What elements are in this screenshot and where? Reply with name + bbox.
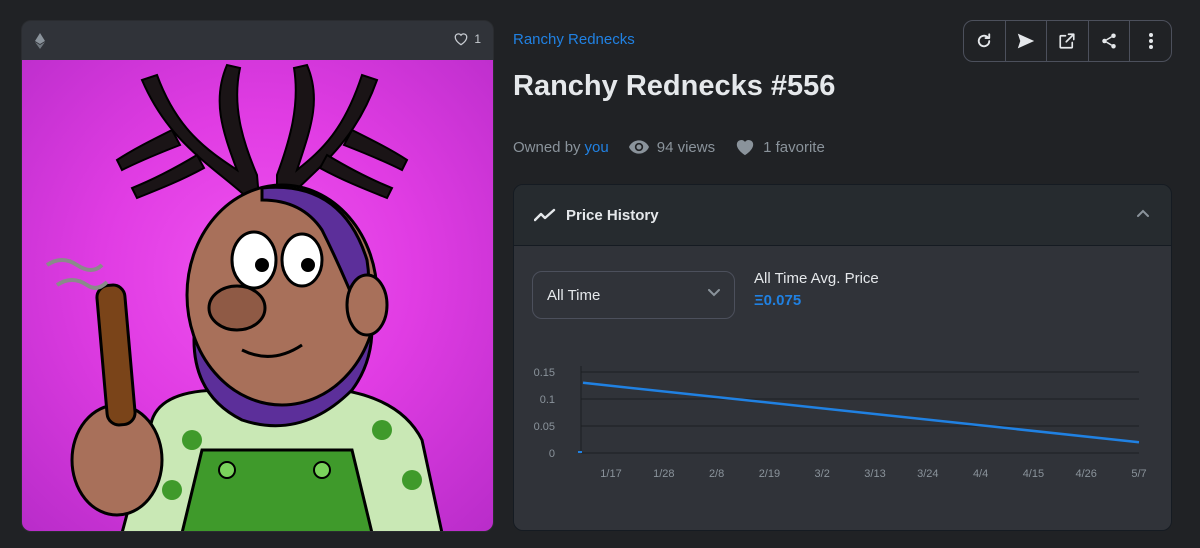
more-icon	[1148, 33, 1153, 49]
ethereum-icon	[35, 33, 45, 49]
trending-icon	[534, 208, 556, 222]
refresh-icon	[978, 33, 991, 48]
page-title: Ranchy Rednecks #556	[513, 70, 836, 102]
y-tick-label: 0	[549, 448, 555, 460]
card-header: 1	[22, 21, 493, 60]
x-tick-label: 3/24	[917, 468, 938, 480]
external-link-icon	[1059, 33, 1076, 49]
refresh-button[interactable]	[964, 21, 1006, 61]
open-external-button[interactable]	[1047, 21, 1089, 61]
heart-icon	[736, 140, 754, 156]
y-tick-label: 0.05	[534, 421, 555, 433]
eye-icon	[628, 140, 649, 154]
heart-icon	[454, 33, 468, 46]
price-history-body: All Time All Time Avg. Price Ξ0.075 0 0.0…	[514, 246, 1171, 530]
x-tick-label: 5/7	[1131, 468, 1146, 480]
favorites-count: 1 favorite	[735, 138, 825, 156]
price-history-header[interactable]: Price History	[514, 185, 1171, 246]
x-tick-label: 4/26	[1075, 468, 1096, 480]
x-tick-label: 3/2	[815, 468, 830, 480]
owner-link[interactable]: you	[585, 139, 609, 156]
favorite-count: 1	[474, 32, 481, 46]
x-tick-label: 4/4	[973, 468, 988, 480]
x-tick-label: 2/8	[709, 468, 724, 480]
transfer-button[interactable]	[1006, 21, 1048, 61]
owned-by-label: Owned by	[513, 138, 581, 156]
price-history-chart: 0 0.05 0.1 0.15 1/17 1/28 2/8 2/19 3/2 3/13 3/24 4/…	[534, 366, 1147, 480]
views-label: 94 views	[656, 138, 716, 156]
nft-card[interactable]: 1	[21, 20, 494, 532]
views-count: 94 views	[628, 138, 716, 156]
share-icon	[1102, 33, 1116, 49]
x-tick-label: 4/15	[1023, 468, 1044, 480]
x-tick-label: 1/17	[600, 468, 621, 480]
collection-link[interactable]: Ranchy Rednecks	[513, 31, 635, 48]
favorites-label: 1 favorite	[763, 138, 825, 156]
y-tick-label: 0.1	[540, 394, 555, 406]
price-history-panel: Price History All Time All Time Avg. Pri…	[513, 184, 1172, 531]
price-series-line[interactable]	[582, 381, 1140, 444]
ownership-meta: Owned by you 94 views 1 favorite	[513, 137, 825, 157]
nft-image[interactable]	[22, 60, 493, 531]
price-history-title: Price History	[566, 206, 659, 224]
x-tick-label: 3/13	[864, 468, 885, 480]
chevron-up-icon[interactable]	[1137, 209, 1149, 217]
origin-marker	[578, 451, 582, 453]
y-tick-label: 0.15	[534, 367, 555, 379]
more-options-button[interactable]	[1130, 21, 1171, 61]
share-button[interactable]	[1089, 21, 1131, 61]
x-tick-label: 1/28	[653, 468, 674, 480]
send-icon	[1017, 33, 1035, 49]
favorite-button[interactable]: 1	[453, 32, 481, 46]
x-tick-label: 2/19	[759, 468, 780, 480]
action-toolbar	[963, 20, 1172, 62]
